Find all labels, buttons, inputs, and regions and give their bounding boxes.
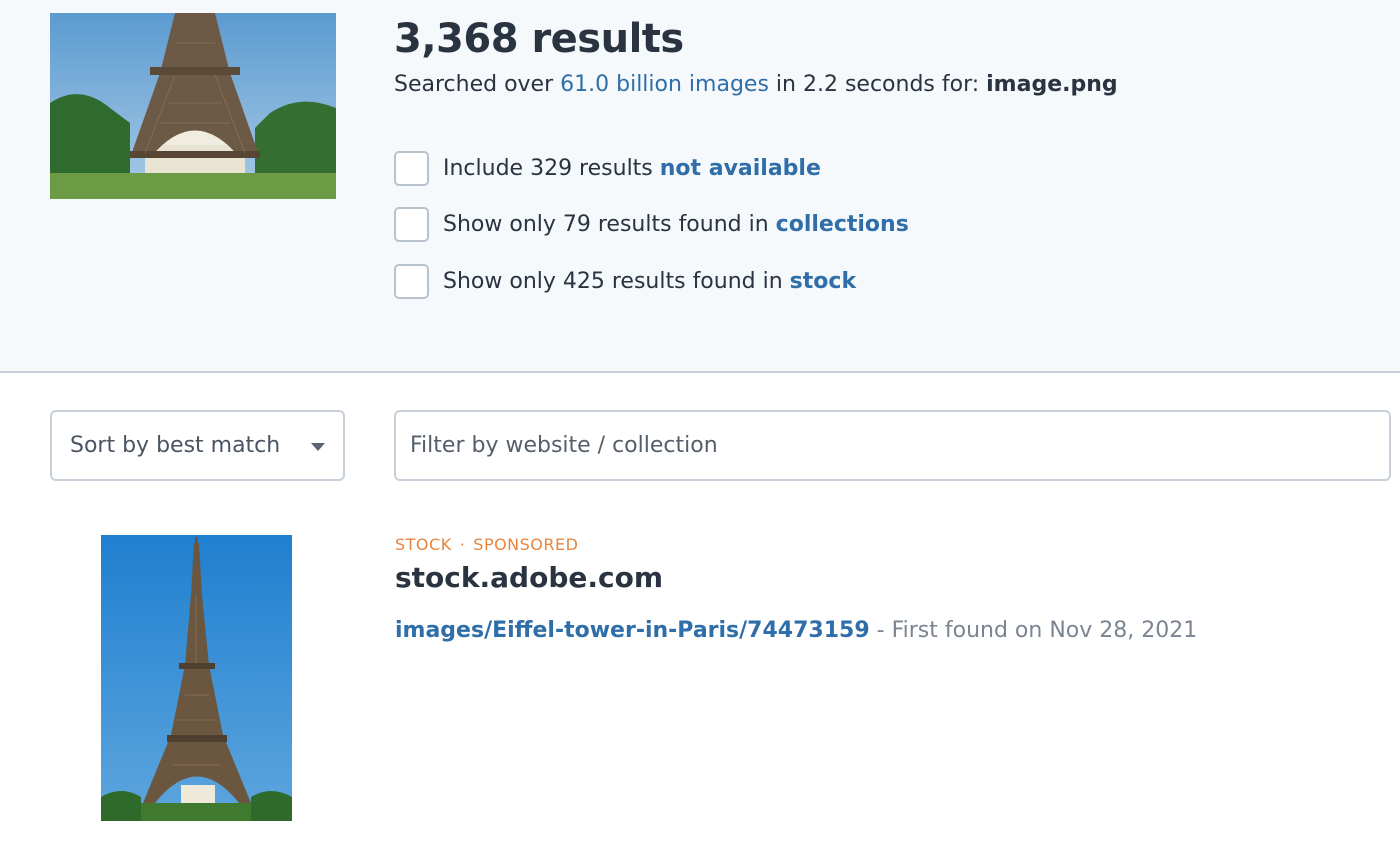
sponsored-tag: SPONSORED	[473, 535, 579, 554]
results-count: 3,368 results	[394, 16, 684, 62]
sort-selected-label: Sort by best match	[70, 433, 281, 458]
check-row-not-available: Include 329 results not available	[394, 150, 909, 186]
result-path-link[interactable]: images/Eiffel-tower-in-Paris/74473159	[395, 618, 870, 643]
searched-middle: in 2.2 seconds for:	[768, 72, 987, 97]
chevron-down-icon	[311, 443, 325, 451]
check-row-collections: Show only 79 results found in collection…	[394, 207, 909, 243]
query-filename: image.png	[986, 72, 1118, 97]
result-path-row: images/Eiffel-tower-in-Paris/74473159 - …	[395, 616, 1197, 646]
result-item: STOCK · SPONSORED stock.adobe.com images/E…	[395, 534, 1197, 646]
collections-only-checkbox[interactable]	[394, 207, 429, 242]
include-not-available-checkbox[interactable]	[394, 150, 429, 186]
result-domain[interactable]: stock.adobe.com	[395, 560, 1197, 596]
filter-input[interactable]	[394, 410, 1391, 481]
check-row-stock: Show only 425 results found in stock	[394, 263, 909, 299]
result-image[interactable]	[101, 535, 292, 821]
result-filters: Include 329 results not available Show o…	[394, 150, 909, 320]
not-available-link[interactable]: not available	[660, 156, 821, 181]
check-label: Show only 79 results found in	[443, 212, 769, 237]
stock-link[interactable]: stock	[790, 269, 856, 294]
result-tags: STOCK · SPONSORED	[395, 534, 1197, 556]
first-found-text: - First found on Nov 28, 2021	[869, 618, 1198, 643]
index-size-link[interactable]: 61.0 billion images	[560, 72, 769, 97]
sort-select[interactable]: Sort by best match	[50, 410, 345, 481]
check-label: Include 329 results	[443, 155, 653, 181]
searched-prefix: Searched over	[394, 72, 561, 97]
search-summary-panel: 3,368 results Searched over 61.0 billion…	[0, 0, 1400, 373]
search-meta: Searched over 61.0 billion images in 2.2…	[394, 70, 1118, 100]
collections-link[interactable]: collections	[776, 212, 909, 237]
query-image	[50, 13, 336, 199]
stock-only-checkbox[interactable]	[394, 263, 429, 299]
tag-separator: ·	[459, 535, 466, 554]
check-label: Show only 425 results found in	[443, 268, 783, 294]
results-summary: 3,368 results Searched over 61.0 billion…	[394, 14, 1118, 100]
stock-tag: STOCK	[395, 535, 452, 554]
